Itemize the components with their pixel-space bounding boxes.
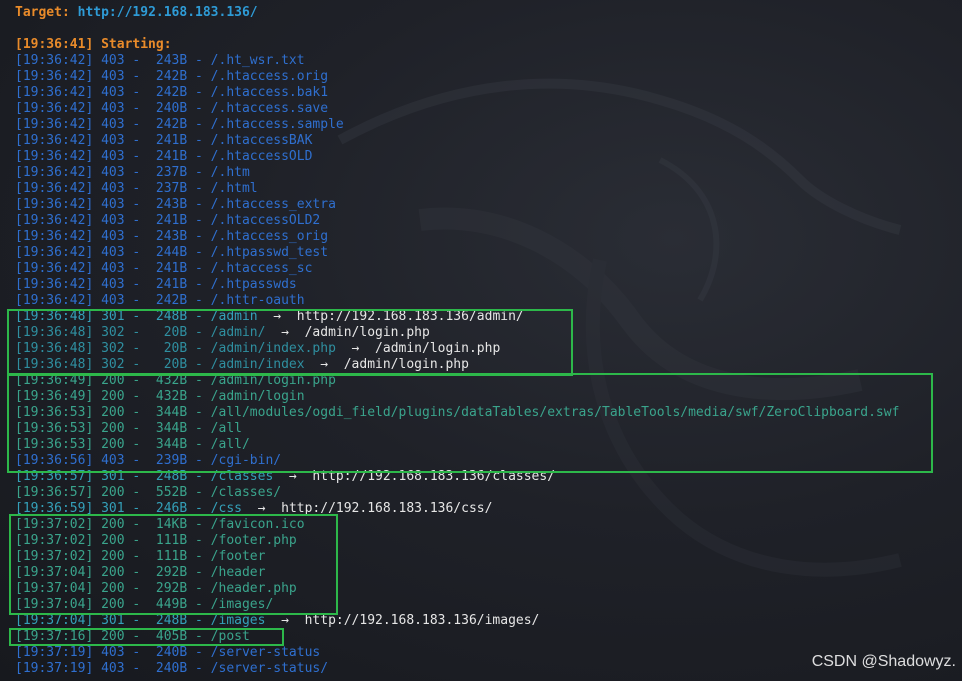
- highlight-box-post: [9, 628, 284, 646]
- log-entry: [19:37:04] 301 - 248B - /images: [15, 613, 266, 628]
- log-row: [19:36:42] 403 - 241B - /.htaccess_sc: [15, 261, 899, 277]
- log-row: [19:36:42] 403 - 243B - /.htaccess_orig: [15, 229, 899, 245]
- log-entry: [19:36:42] 403 - 237B - /.htm: [15, 165, 250, 180]
- log-row: [19:36:42] 403 - 240B - /.htaccess.save: [15, 101, 899, 117]
- log-entry: [19:36:42] 403 - 241B - /.htaccessOLD2: [15, 213, 321, 228]
- log-row: [19:36:42] 403 - 241B - /.htaccessBAK: [15, 133, 899, 149]
- highlight-box-favicon-images: [9, 514, 338, 615]
- log-entry: [19:36:57] 200 - 552B - /classes/: [15, 485, 282, 500]
- log-row: [19:36:42] 403 - 243B - /.htaccess_extra: [15, 197, 899, 213]
- log-entry: [19:36:42] 403 - 243B - /.ht_wsr.txt: [15, 53, 305, 68]
- log-entry: [19:36:42] 403 - 241B - /.htaccessBAK: [15, 133, 313, 148]
- log-row: [19:36:42] 403 - 242B - /.httr-oauth: [15, 293, 899, 309]
- log-entry: [19:36:42] 403 - 243B - /.htaccess_orig: [15, 229, 329, 244]
- log-entry: [19:36:42] 403 - 242B - /.htaccess.bak1: [15, 85, 329, 100]
- terminal-window[interactable]: Target: http://192.168.183.136/ [19:36:4…: [0, 0, 962, 681]
- start-line: [19:36:41] Starting:: [15, 37, 172, 52]
- highlight-box-200-admin-all: [7, 373, 933, 473]
- log-row: [19:36:42] 403 - 241B - /.htaccessOLD2: [15, 213, 899, 229]
- log-row: [19:37:19] 403 - 240B - /server-status/: [15, 661, 899, 677]
- log-row: [19:36:42] 403 - 241B - /.htpasswds: [15, 277, 899, 293]
- log-row: [19:36:42] 403 - 243B - /.ht_wsr.txt: [15, 53, 899, 69]
- target-line: Target: http://192.168.183.136/: [15, 5, 899, 21]
- target-label: Target:: [15, 5, 70, 20]
- log-entry: [19:37:19] 403 - 240B - /server-status: [15, 645, 321, 660]
- log-entry: [19:36:42] 403 - 241B - /.htaccessOLD: [15, 149, 313, 164]
- redirect-target: → http://192.168.183.136/images/: [265, 613, 540, 628]
- target-url: http://192.168.183.136/: [77, 5, 258, 20]
- log-row: [19:36:42] 403 - 242B - /.htaccess.bak1: [15, 85, 899, 101]
- log-entry: [19:36:42] 403 - 243B - /.htaccess_extra: [15, 197, 336, 212]
- log-row: [19:37:19] 403 - 240B - /server-status: [15, 645, 899, 661]
- log-entry: [19:37:19] 403 - 240B - /server-status/: [15, 661, 329, 676]
- log-row: [19:37:04] 301 - 248B - /images → http:/…: [15, 613, 899, 629]
- log-entry: [19:36:42] 403 - 241B - /.htaccess_sc: [15, 261, 313, 276]
- log-entry: [19:36:42] 403 - 241B - /.htpasswds: [15, 277, 297, 292]
- log-entry: [19:36:42] 403 - 240B - /.htaccess.save: [15, 101, 329, 116]
- log-row: [19:36:42] 403 - 237B - /.htm: [15, 165, 899, 181]
- log-entry: [19:36:42] 403 - 237B - /.html: [15, 181, 258, 196]
- log-row: [19:36:57] 200 - 552B - /classes/: [15, 485, 899, 501]
- log-entry: [19:36:42] 403 - 242B - /.htaccess.orig: [15, 69, 329, 84]
- log-entry: [19:36:42] 403 - 242B - /.htaccess.sampl…: [15, 117, 344, 132]
- log-entry: [19:36:42] 403 - 242B - /.httr-oauth: [15, 293, 305, 308]
- log-row: [19:36:42] 403 - 244B - /.htpasswd_test: [15, 245, 899, 261]
- log-row: [19:36:42] 403 - 242B - /.htaccess.orig: [15, 69, 899, 85]
- log-row: [19:36:42] 403 - 237B - /.html: [15, 181, 899, 197]
- log-entry: [19:36:42] 403 - 244B - /.htpasswd_test: [15, 245, 329, 260]
- log-row: [19:36:42] 403 - 242B - /.htaccess.sampl…: [15, 117, 899, 133]
- highlight-box-admin-redirects: [7, 309, 573, 376]
- csdn-watermark: CSDN @Shadowyz.: [811, 653, 956, 670]
- log-row: [19:36:42] 403 - 241B - /.htaccessOLD: [15, 149, 899, 165]
